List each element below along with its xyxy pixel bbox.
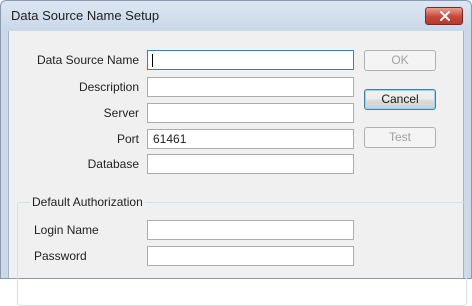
window-title: Data Source Name Setup — [11, 8, 160, 23]
close-button[interactable] — [425, 7, 463, 25]
port-input[interactable]: 61461 — [147, 129, 354, 149]
password-label: Password — [34, 249, 87, 263]
login-name-label: Login Name — [34, 223, 99, 237]
close-icon — [440, 11, 450, 21]
login-name-input[interactable] — [147, 220, 354, 240]
title-bar: Data Source Name Setup — [1, 1, 471, 31]
cancel-button[interactable]: Cancel — [364, 89, 436, 110]
database-input[interactable] — [147, 154, 354, 174]
server-input[interactable] — [147, 103, 354, 123]
dialog-window: Data Source Name Setup Data Source Name … — [0, 0, 472, 306]
dsn-label: Data Source Name — [36, 53, 139, 67]
password-input[interactable] — [147, 246, 354, 266]
dsn-input[interactable] — [147, 50, 354, 70]
description-label: Description — [78, 80, 139, 94]
group-title: Default Authorization — [30, 195, 145, 209]
port-label: Port — [116, 132, 139, 146]
text-caret — [152, 54, 153, 67]
test-button[interactable]: Test — [364, 127, 436, 148]
server-label: Server — [103, 106, 139, 120]
database-label: Database — [87, 157, 139, 171]
description-input[interactable] — [147, 77, 354, 97]
dialog-body: Data Source Name Description Server Port… — [8, 31, 467, 306]
ok-button[interactable]: OK — [364, 50, 436, 71]
